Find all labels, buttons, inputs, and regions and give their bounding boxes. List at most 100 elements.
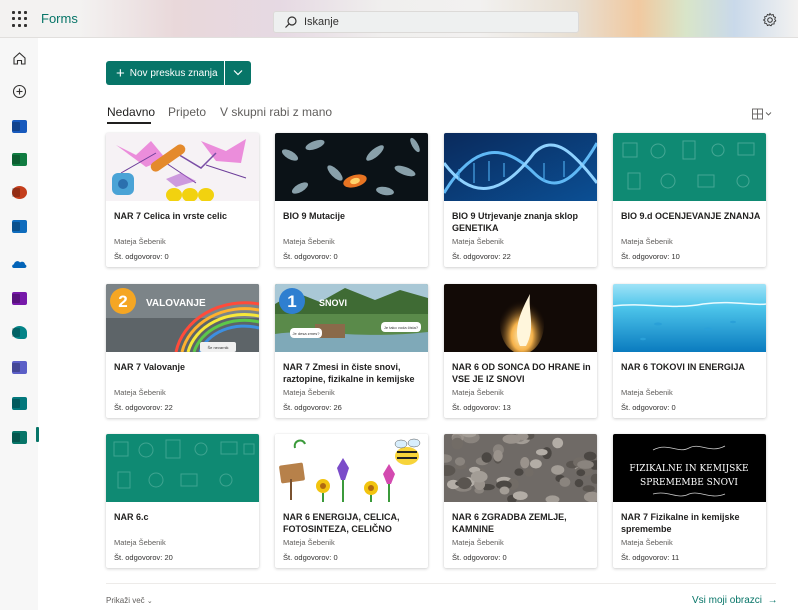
card-author: Mateja Šebenik bbox=[114, 538, 166, 547]
card-title: NAR 6 ENERGIJA, CELICA, FOTOSINTEZA, CEL… bbox=[283, 512, 400, 534]
search-input[interactable]: Iskanje bbox=[273, 11, 579, 33]
card-thumbnail bbox=[613, 133, 766, 201]
tab-recent[interactable]: Nedavno bbox=[107, 105, 155, 119]
pebble-shape bbox=[481, 452, 492, 463]
search-icon bbox=[285, 16, 297, 28]
form-card[interactable]: BIO 9 Utrjevanje znanja sklop GENETIKA M… bbox=[444, 133, 597, 267]
card-title: NAR 6 TOKOVI IN ENERGIJA bbox=[621, 362, 745, 372]
card-title: BIO 9 Utrjevanje znanja sklop GENETIKA bbox=[452, 211, 579, 233]
form-card[interactable]: BIO 9.d OCENJEVANJE ZNANJA Mateja Šebeni… bbox=[613, 133, 766, 267]
form-card[interactable]: NAR 6 OD SONCA DO HRANE in VSE JE IZ SNO… bbox=[444, 284, 597, 418]
pebble-shape bbox=[551, 465, 565, 475]
card-thumbnail: 1 SNOVI Je desa zmes? Je tako voda čista… bbox=[275, 284, 428, 352]
pebble-shape bbox=[576, 469, 586, 477]
card-response-count: Št. odgovorov: 10 bbox=[621, 252, 680, 261]
form-card[interactable]: NAR 6.c Mateja Šebenik Št. odgovorov: 20 bbox=[106, 434, 259, 568]
word-icon[interactable] bbox=[9, 116, 29, 136]
card-author: Mateja Šebenik bbox=[283, 237, 335, 246]
card-author: Mateja Šebenik bbox=[114, 237, 166, 246]
card-response-count: Št. odgovorov: 20 bbox=[114, 553, 173, 562]
tab-shared-with-me[interactable]: V skupni rabi z mano bbox=[220, 105, 332, 119]
settings-gear-icon[interactable] bbox=[762, 12, 778, 28]
all-my-forms-label: Vsi moji obrazci bbox=[692, 595, 763, 606]
card-author: Mateja Šebenik bbox=[621, 237, 673, 246]
form-card[interactable]: 1 SNOVI Je desa zmes? Je tako voda čista… bbox=[275, 284, 428, 418]
onedrive-icon[interactable] bbox=[9, 254, 29, 274]
pebble-shape bbox=[470, 470, 488, 483]
pebble-shape bbox=[454, 457, 466, 466]
card-response-count: Št. odgovorov: 11 bbox=[621, 553, 680, 562]
thumbnail-badge-number: 2 bbox=[118, 292, 127, 311]
all-my-forms-link[interactable]: Vsi moji obrazci → bbox=[692, 595, 778, 606]
show-more-link[interactable]: Prikaži več ⌄ bbox=[106, 596, 153, 605]
form-card[interactable]: NAR 7 Celica in vrste celic Mateja Šeben… bbox=[106, 133, 259, 267]
sway-icon[interactable] bbox=[9, 322, 29, 342]
home-icon[interactable] bbox=[9, 48, 29, 68]
pebble-shape bbox=[524, 468, 534, 477]
pebble-shape bbox=[552, 437, 564, 449]
card-thumbnail bbox=[275, 133, 428, 201]
app-launcher-icon[interactable] bbox=[12, 11, 28, 27]
app-name[interactable]: Forms bbox=[41, 11, 78, 26]
form-card[interactable]: FIZIKALNE IN KEMIJSKE SPREMEMBE SNOVI NA… bbox=[613, 434, 766, 568]
form-card[interactable]: NAR 6 ZGRADBA ZEMLJE, KAMNINE Mateja Šeb… bbox=[444, 434, 597, 568]
thumbnail-title-line2: SPREMEMBE SNOVI bbox=[640, 478, 738, 488]
thumbnail-badge-text: SNOVI bbox=[319, 298, 347, 308]
card-title: NAR 7 Celica in vrste celic bbox=[114, 211, 228, 221]
create-icon[interactable] bbox=[9, 81, 29, 101]
card-author: Mateja Šebenik bbox=[452, 237, 504, 246]
pebble-shape bbox=[530, 459, 542, 469]
thumbnail-bubble-1: Je desa zmes? bbox=[293, 331, 321, 336]
form-card[interactable]: NAR 6 ENERGIJA, CELICA, FOTOSINTEZA, CEL… bbox=[275, 434, 428, 568]
card-thumbnail bbox=[444, 284, 597, 352]
tab-pinned[interactable]: Pripeto bbox=[168, 105, 206, 119]
card-title: BIO 9 Mutacije bbox=[283, 211, 346, 221]
card-author: Mateja Šebenik bbox=[452, 538, 504, 547]
outlook-icon[interactable] bbox=[9, 216, 29, 236]
thumbnail-bubble-2: Je tako voda čista? bbox=[384, 325, 419, 330]
card-author: Mateja Šebenik bbox=[452, 388, 504, 397]
chevron-down-icon bbox=[233, 70, 243, 76]
card-author: Mateja Šebenik bbox=[621, 388, 673, 397]
sharepoint-icon[interactable] bbox=[9, 393, 29, 413]
card-response-count: Št. odgovorov: 22 bbox=[452, 252, 511, 261]
thumbnail-badge-number: 1 bbox=[287, 292, 296, 311]
card-thumbnail: FIZIKALNE IN KEMIJSKE SPREMEMBE SNOVI bbox=[613, 434, 766, 502]
form-card[interactable]: 2 VALOVANJE Še nevarnik NAR 7 Valovanje … bbox=[106, 284, 259, 418]
card-thumbnail bbox=[444, 133, 597, 201]
active-tab-underline bbox=[107, 122, 151, 124]
card-author: Mateja Šebenik bbox=[621, 538, 673, 547]
new-quiz-button[interactable]: + Nov preskus znanja bbox=[106, 61, 224, 85]
form-card[interactable]: BIO 9 Mutacije Mateja Šebenik Št. odgovo… bbox=[275, 133, 428, 267]
card-response-count: Št. odgovorov: 26 bbox=[283, 403, 342, 412]
pebble-shape bbox=[574, 479, 584, 488]
card-title: NAR 6.c bbox=[114, 512, 149, 522]
pebble-shape bbox=[499, 486, 510, 495]
pebble-shape bbox=[520, 457, 530, 469]
card-thumbnail bbox=[613, 284, 766, 352]
new-quiz-label: Nov preskus znanja bbox=[129, 67, 218, 79]
form-card[interactable]: NAR 6 TOKOVI IN ENERGIJA Mateja Šebenik … bbox=[613, 284, 766, 418]
new-dropdown-button[interactable] bbox=[225, 61, 251, 85]
teams-icon[interactable] bbox=[9, 357, 29, 377]
excel-icon[interactable] bbox=[9, 149, 29, 169]
card-title: NAR 7 Valovanje bbox=[114, 362, 186, 372]
thumbnail-badge-text: VALOVANJE bbox=[146, 298, 206, 309]
onenote-icon[interactable] bbox=[9, 288, 29, 308]
search-placeholder: Iskanje bbox=[304, 16, 339, 28]
card-author: Mateja Šebenik bbox=[283, 538, 335, 547]
pebble-shape bbox=[514, 468, 524, 476]
pebble-shape bbox=[451, 437, 464, 450]
card-thumbnail bbox=[444, 434, 597, 502]
rail-active-indicator bbox=[36, 427, 39, 442]
view-toggle-button[interactable] bbox=[752, 107, 774, 120]
pebble-shape bbox=[582, 485, 595, 492]
forms-icon[interactable] bbox=[9, 427, 29, 447]
card-response-count: Št. odgovorov: 0 bbox=[283, 553, 338, 562]
pebble-shape bbox=[577, 460, 594, 469]
arrow-right-icon: → bbox=[764, 595, 778, 606]
pebble-shape bbox=[457, 477, 472, 490]
grid-view-icon bbox=[752, 108, 772, 120]
powerpoint-icon[interactable] bbox=[9, 182, 29, 202]
pebble-shape bbox=[512, 491, 528, 500]
